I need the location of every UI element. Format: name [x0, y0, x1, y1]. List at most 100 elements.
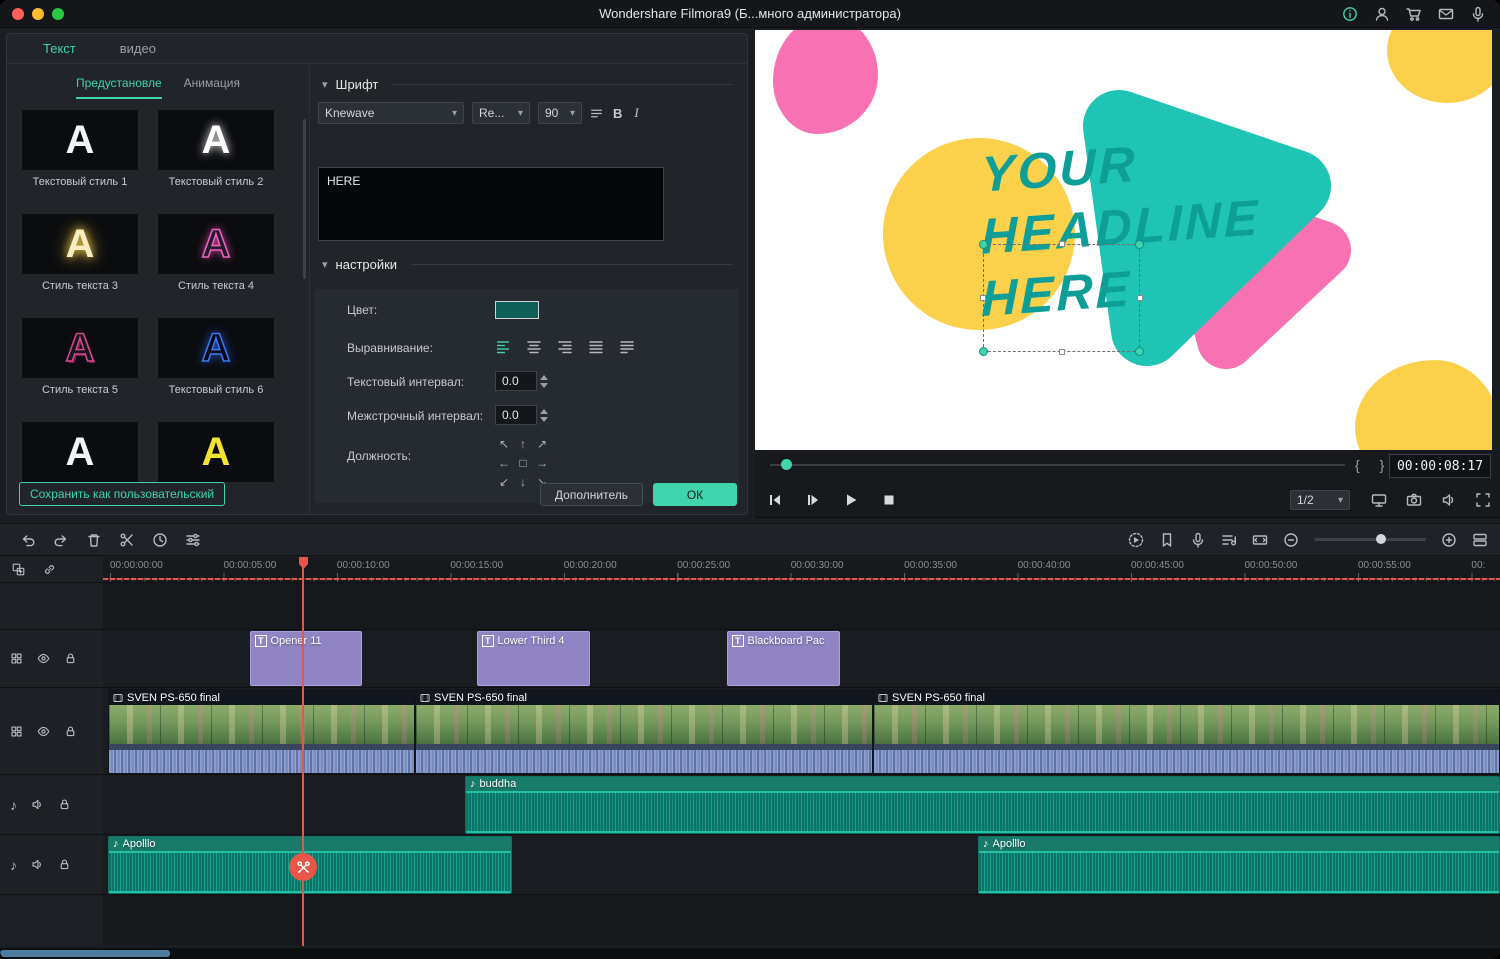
advanced-button[interactable]: Дополнитель: [539, 483, 643, 506]
timeline-hscroll-thumb[interactable]: [0, 950, 170, 957]
justify-last-left-icon[interactable]: [619, 339, 635, 355]
track-type-icon[interactable]: [10, 652, 23, 665]
split-scissors-icon[interactable]: [119, 532, 135, 548]
playhead[interactable]: [289, 557, 317, 946]
audio-clip[interactable]: ♪ Apolllo: [978, 836, 1500, 894]
play-quality-select[interactable]: 1/2 ▾: [1290, 490, 1350, 510]
timeline-zoom-slider[interactable]: [1314, 534, 1426, 544]
preview-canvas[interactable]: YOUR HEADLINE HERE: [755, 30, 1492, 450]
zoom-out-icon[interactable]: [1283, 532, 1299, 548]
mail-icon[interactable]: [1438, 6, 1454, 22]
undo-icon[interactable]: [20, 532, 36, 548]
music-note-icon[interactable]: ♪: [10, 797, 17, 813]
tab-presets[interactable]: Предустановле: [75, 76, 162, 99]
font-section-header[interactable]: ▾ Шрифт: [310, 65, 747, 92]
spin-up-button[interactable]: [540, 374, 548, 380]
display-settings-button[interactable]: [1367, 490, 1391, 510]
color-swatch[interactable]: [495, 301, 539, 319]
position-left-button[interactable]: ←: [495, 454, 513, 472]
snapshot-camera-button[interactable]: [1402, 490, 1426, 510]
duration-clock-icon[interactable]: [152, 532, 168, 548]
cart-icon[interactable]: [1406, 6, 1422, 22]
text-style-icon[interactable]: [590, 107, 603, 120]
font-size-select[interactable]: 90 ▾: [538, 102, 582, 124]
video-clip[interactable]: SVEN PS-650 final: [873, 689, 1500, 774]
tab-animation[interactable]: Анимация: [184, 76, 240, 99]
eye-icon[interactable]: [37, 652, 50, 665]
music-note-icon[interactable]: ♪: [10, 857, 17, 873]
lock-icon[interactable]: [64, 652, 77, 665]
preset-style-item[interactable]: A Текстовый стиль 1: [21, 109, 139, 193]
settings-section-header[interactable]: ▾ настройки: [310, 257, 747, 272]
selection-handle[interactable]: [1137, 295, 1143, 301]
split-clip-button[interactable]: [289, 853, 317, 881]
letter-spacing-input[interactable]: 0.0: [495, 371, 537, 391]
text-clip[interactable]: T Blackboard Pac: [727, 631, 840, 686]
selection-handle[interactable]: [979, 347, 988, 356]
fullscreen-button[interactable]: [1471, 490, 1495, 510]
save-custom-button[interactable]: Сохранить как пользовательский: [19, 482, 226, 506]
align-center-icon[interactable]: [526, 339, 542, 355]
font-style-select[interactable]: Re... ▾: [472, 102, 530, 124]
tab-video[interactable]: видео: [120, 41, 156, 56]
seek-handle[interactable]: [781, 459, 792, 470]
tab-text[interactable]: Текст: [43, 41, 76, 56]
speaker-icon[interactable]: [31, 858, 44, 871]
spin-down-button[interactable]: [540, 382, 548, 388]
account-icon[interactable]: [1374, 6, 1390, 22]
step-back-button[interactable]: [763, 490, 787, 510]
delete-icon[interactable]: [86, 532, 102, 548]
preset-style-item[interactable]: A Стиль текста 5: [21, 317, 139, 401]
italic-button[interactable]: I: [632, 105, 640, 121]
text-clip[interactable]: T Lower Third 4: [477, 631, 590, 686]
preset-style-item[interactable]: A Стиль текста 4: [157, 213, 275, 297]
preset-style-item[interactable]: A Текстовый стиль 2: [157, 109, 275, 193]
bold-button[interactable]: B: [611, 106, 624, 121]
position-right-button[interactable]: →: [533, 454, 551, 472]
video-clip[interactable]: SVEN PS-650 final: [415, 689, 873, 774]
mic-icon[interactable]: [1470, 6, 1486, 22]
track-manager-icon[interactable]: [1472, 532, 1488, 548]
preset-style-item[interactable]: A: [21, 421, 139, 487]
preset-scrollbar[interactable]: [303, 119, 306, 279]
preview-seek-bar[interactable]: [770, 464, 1345, 466]
selection-handle[interactable]: [1135, 347, 1144, 356]
video-clip[interactable]: SVEN PS-650 final: [108, 689, 415, 774]
selection-handle[interactable]: [1058, 241, 1065, 247]
redo-icon[interactable]: [53, 532, 69, 548]
volume-button[interactable]: [1437, 490, 1461, 510]
spin-down-button[interactable]: [540, 416, 548, 422]
spin-up-button[interactable]: [540, 408, 548, 414]
zoom-slider-handle[interactable]: [1375, 534, 1386, 544]
voiceover-mic-icon[interactable]: [1190, 532, 1206, 548]
position-up-button[interactable]: ↑: [514, 435, 532, 453]
mixer-icon[interactable]: [1221, 532, 1237, 548]
align-right-icon[interactable]: [557, 339, 573, 355]
lock-icon[interactable]: [58, 798, 71, 811]
selection-handle[interactable]: [1058, 349, 1065, 355]
speaker-icon[interactable]: [31, 798, 44, 811]
text-selection-box[interactable]: [979, 240, 1144, 356]
ok-button[interactable]: ОК: [653, 483, 737, 506]
preset-style-item[interactable]: A: [157, 421, 275, 487]
position-down-left-button[interactable]: ↙: [495, 473, 513, 491]
preset-style-item[interactable]: A Стиль текста 3: [21, 213, 139, 297]
step-forward-button[interactable]: [801, 490, 825, 510]
play-button[interactable]: [839, 490, 863, 510]
timeline-hscroll[interactable]: [0, 948, 1500, 959]
preset-style-item[interactable]: A Текстовый стиль 6: [157, 317, 275, 401]
align-left-icon[interactable]: [495, 339, 511, 355]
render-preview-icon[interactable]: [1128, 532, 1144, 548]
fit-timeline-icon[interactable]: [1252, 532, 1268, 548]
position-down-button[interactable]: ↓: [514, 473, 532, 491]
selection-handle[interactable]: [980, 295, 986, 301]
selection-handle[interactable]: [1135, 240, 1144, 249]
track-type-icon[interactable]: [10, 725, 23, 738]
font-family-select[interactable]: Knewave ▾: [318, 102, 464, 124]
line-spacing-input[interactable]: 0.0: [495, 405, 537, 425]
link-snap-icon[interactable]: [43, 563, 56, 576]
text-clip[interactable]: T Opener 11: [250, 631, 362, 686]
justify-icon[interactable]: [588, 339, 604, 355]
zoom-in-icon[interactable]: [1441, 532, 1457, 548]
marker-icon[interactable]: [1159, 532, 1175, 548]
